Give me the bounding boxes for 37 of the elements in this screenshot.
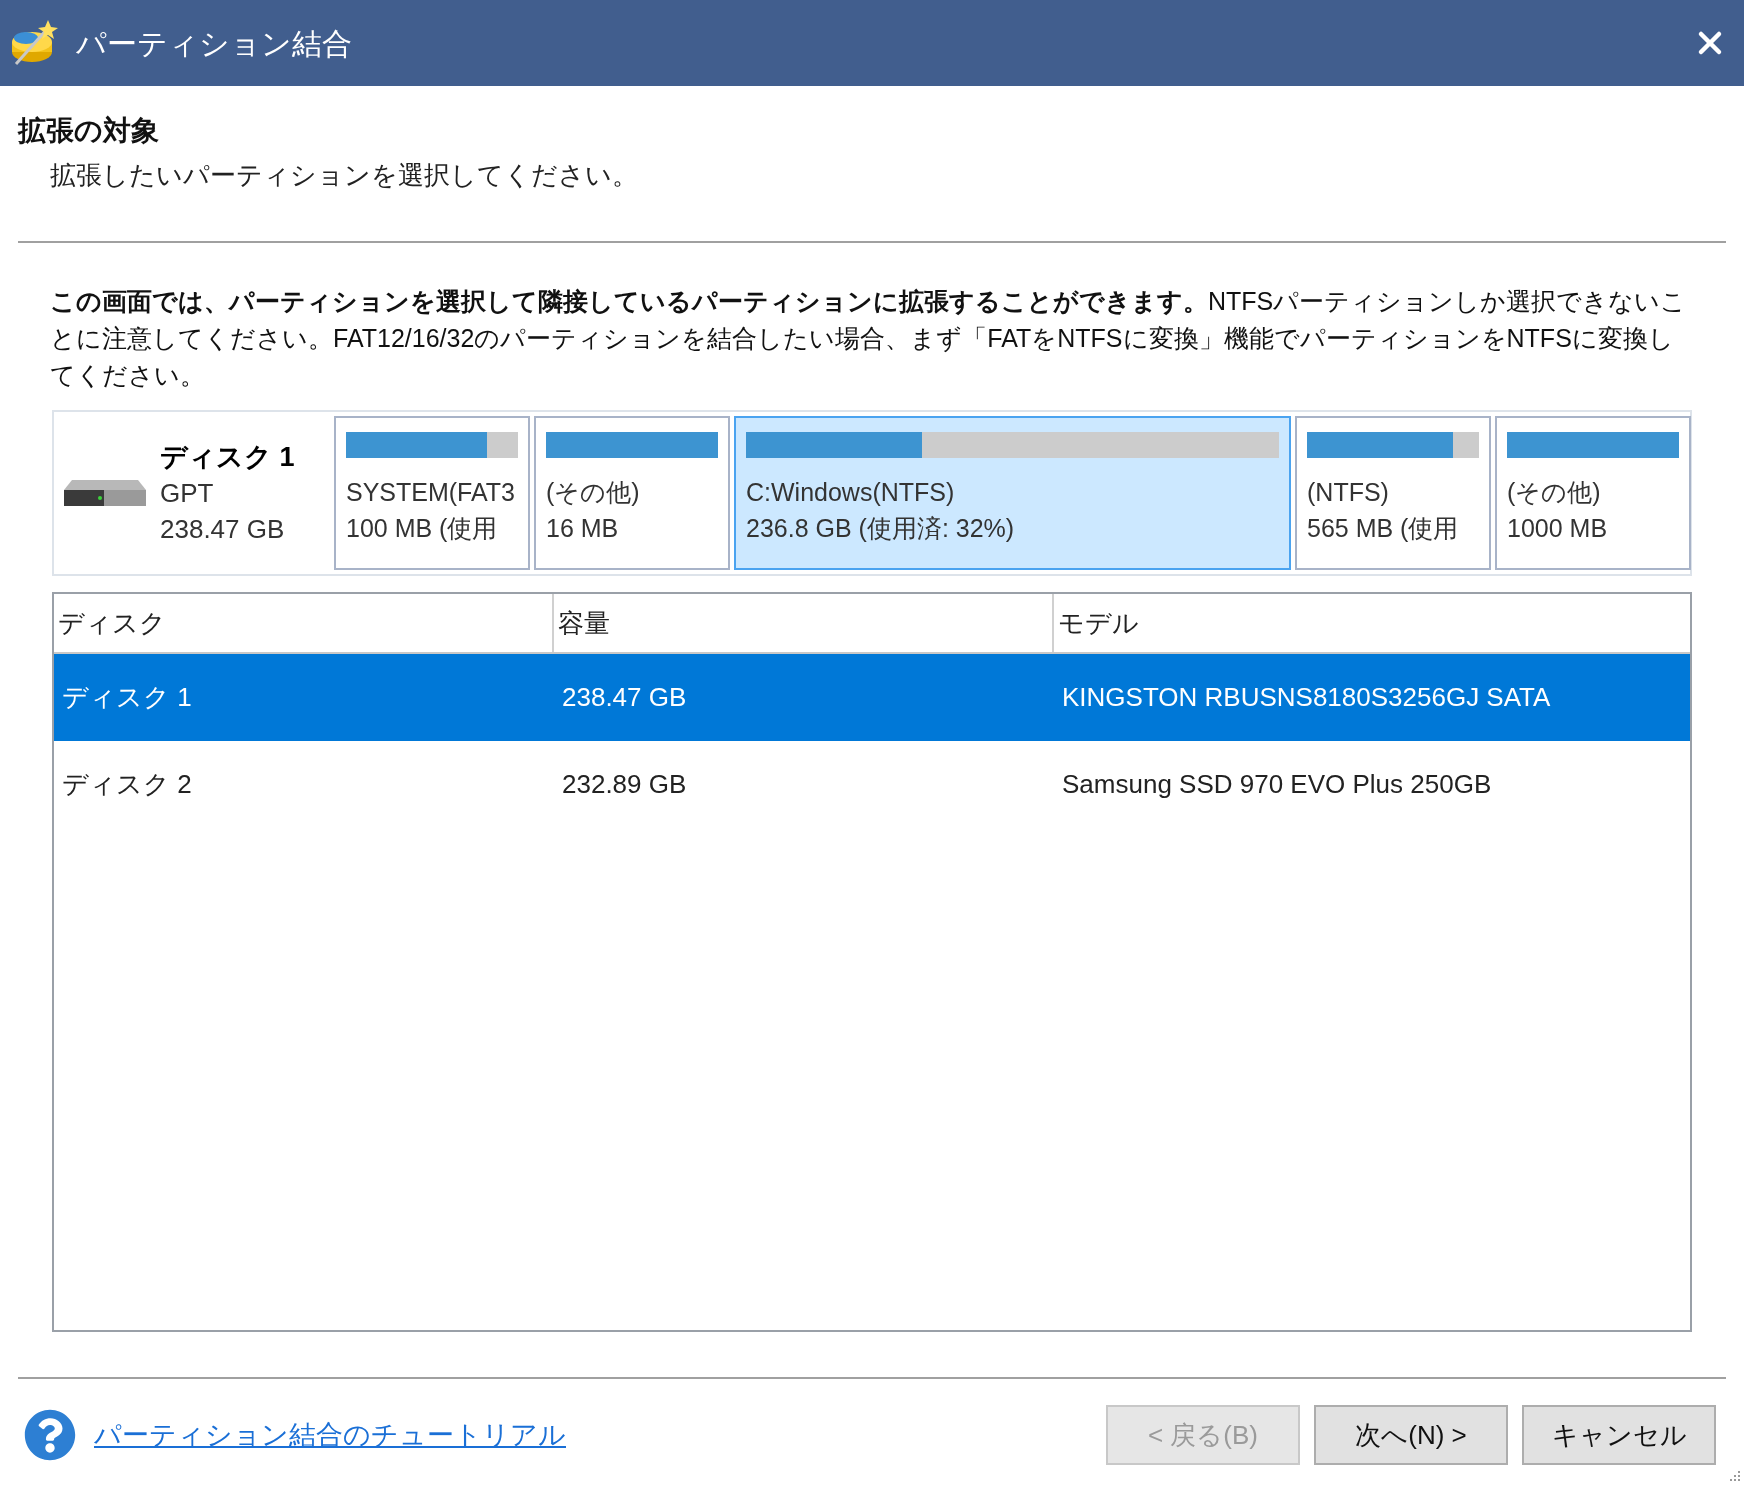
disk-size: 238.47 GB — [160, 513, 286, 546]
table-cell-text: 232.89 GB — [561, 768, 688, 801]
disk-type: GPT — [160, 477, 215, 510]
partition-label: (その他) — [1507, 477, 1601, 508]
tutorial-link[interactable]: パーティション結合のチュートリアル — [94, 1414, 566, 1456]
window-title: パーティション結合 — [76, 25, 352, 62]
description-text: この画面では、パーティションを選択して隣接しているパーティションに拡張することができます。NTFSパーティションしか選択できないことに注意してください。FAT12/16/32のパーティションを結合したい場合、まず「FATをNTFSに変換」機能でパーティションをNTFSに変換してください。 — [50, 286, 1688, 391]
table-cell-text: Samsung SSD 970 EVO Plus 250GB — [1061, 768, 1493, 801]
partition-label: (その他) — [546, 477, 640, 508]
column-header[interactable]: ディスク — [54, 594, 554, 652]
partition-block[interactable]: (その他) 1000 MB — [1495, 416, 1691, 570]
partition-block[interactable]: C:Windows(NTFS) 236.8 GB (使用済: 32%) — [734, 416, 1291, 570]
partition-block[interactable]: SYSTEM(FAT3 100 MB (使用 — [334, 416, 530, 570]
table-cell-text: ディスク 1 — [61, 681, 193, 714]
partition-label: SYSTEM(FAT3 — [346, 477, 515, 508]
table-cell-text: KINGSTON RBUSNS8180S3256GJ SATA — [1061, 681, 1552, 714]
table-row[interactable]: ディスク 1 238.47 GB KINGSTON RBUSNS8180S3256GJ SATA — [54, 654, 1690, 741]
partition-label: C:Windows(NTFS) — [746, 477, 955, 508]
partition-size: 1000 MB — [1507, 513, 1608, 544]
dialog-button[interactable]: 次へ(N) > — [1314, 1405, 1508, 1465]
table-cell-text: 238.47 GB — [561, 681, 688, 714]
column-header[interactable]: 容量 — [554, 594, 1054, 652]
resize-grip-icon — [1728, 1469, 1742, 1483]
dialog-button[interactable]: キャンセル — [1522, 1405, 1716, 1465]
section-title: 拡張の対象 — [18, 114, 160, 148]
table-cell-text: ディスク 2 — [61, 768, 193, 801]
partition-size: 16 MB — [546, 513, 619, 544]
partition-block[interactable]: (その他) 16 MB — [534, 416, 730, 570]
partition-label: (NTFS) — [1307, 477, 1389, 508]
partition-block[interactable]: (NTFS) 565 MB (使用 — [1295, 416, 1491, 570]
help-icon[interactable] — [24, 1409, 76, 1461]
section-subtitle: 拡張したいパーティションを選択してください。 — [50, 159, 639, 192]
partition-size: 236.8 GB (使用済: 32%) — [746, 513, 1015, 544]
disk-name: ディスク 1 — [160, 441, 295, 474]
column-header[interactable]: モデル — [1054, 594, 1690, 652]
partition-size: 100 MB (使用 — [346, 513, 498, 544]
partition-size: 565 MB (使用 — [1307, 513, 1459, 544]
